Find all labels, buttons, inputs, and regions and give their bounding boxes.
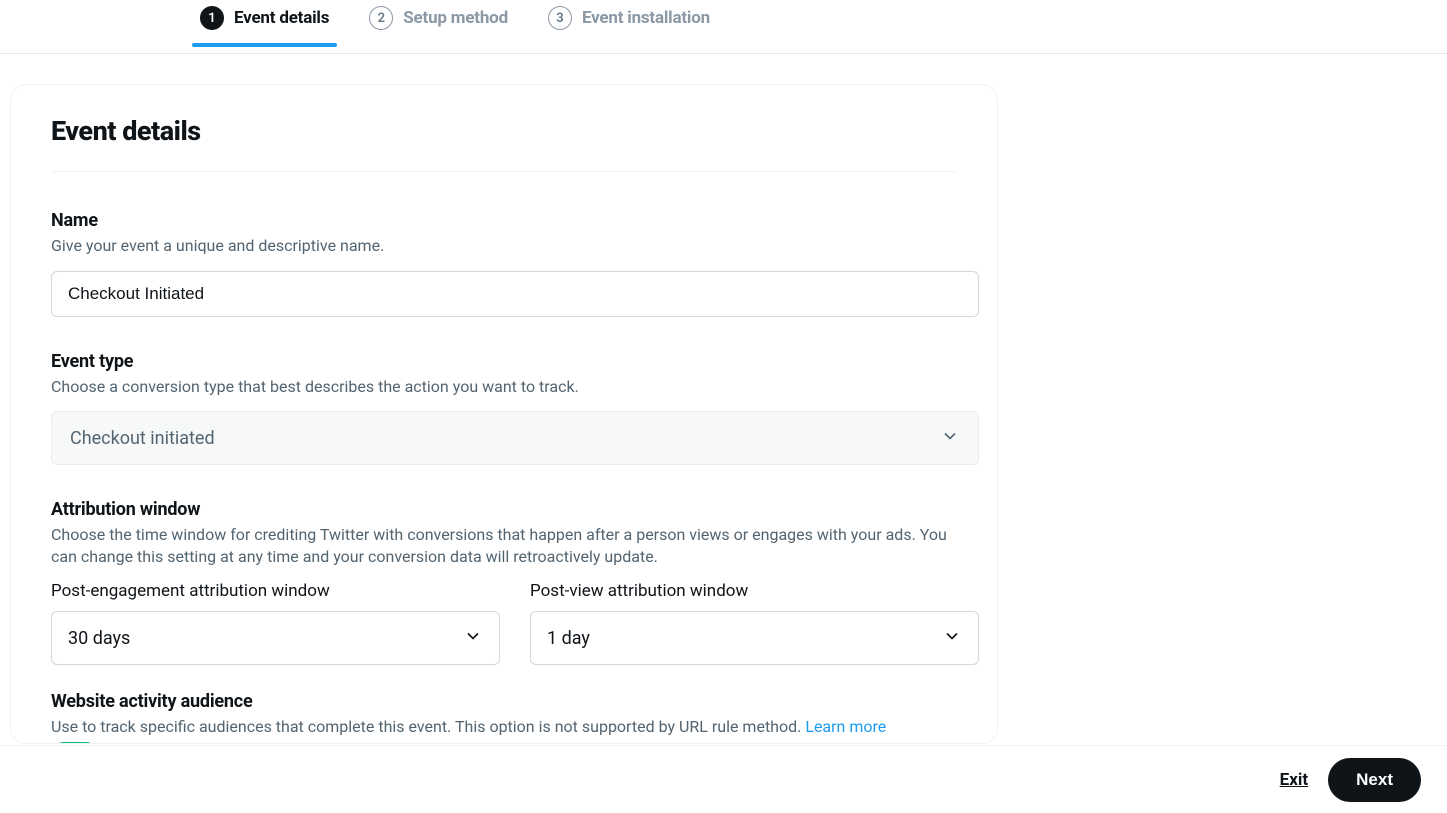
post-engagement-select[interactable]: 30 days	[51, 611, 500, 665]
post-engagement-col: Post-engagement attribution window 30 da…	[51, 581, 500, 665]
audience-desc: Use to track specific audiences that com…	[51, 716, 957, 738]
step-label-3: Event installation	[582, 8, 710, 28]
divider	[51, 171, 957, 172]
attribution-field-block: Attribution window Choose the time windo…	[51, 499, 957, 665]
step-setup-method[interactable]: 2 Setup method	[369, 6, 508, 46]
post-engagement-label: Post-engagement attribution window	[51, 581, 500, 601]
audience-label: Website activity audience	[51, 691, 957, 712]
event-type-field-block: Event type Choose a conversion type that…	[51, 351, 957, 466]
page-title: Event details	[51, 115, 957, 147]
name-label: Name	[51, 210, 957, 231]
footer-bar: Exit Next	[0, 745, 1447, 813]
audience-field-block: Website activity audience Use to track s…	[51, 691, 957, 744]
step-number-1: 1	[200, 6, 224, 30]
post-view-label: Post-view attribution window	[530, 581, 979, 601]
step-number-3: 3	[548, 6, 572, 30]
next-button[interactable]: Next	[1328, 758, 1421, 802]
event-type-desc: Choose a conversion type that best descr…	[51, 376, 957, 398]
audience-toggle[interactable]: ✓	[51, 742, 99, 744]
event-type-select[interactable]: Checkout initiated	[51, 411, 979, 465]
post-view-col: Post-view attribution window 1 day	[530, 581, 979, 665]
stepper: 1 Event details 2 Setup method 3 Event i…	[0, 0, 1447, 54]
event-type-label: Event type	[51, 351, 957, 372]
post-view-value: 1 day	[547, 628, 590, 649]
name-input[interactable]	[51, 271, 979, 317]
event-type-selected-value: Checkout initiated	[70, 428, 215, 449]
chevron-down-icon	[942, 626, 962, 651]
attribution-label: Attribution window	[51, 499, 957, 520]
step-indicator	[192, 43, 337, 47]
step-number-2: 2	[369, 6, 393, 30]
attribution-desc: Choose the time window for crediting Twi…	[51, 524, 957, 567]
exit-button[interactable]: Exit	[1280, 770, 1308, 790]
name-desc: Give your event a unique and descriptive…	[51, 235, 957, 257]
learn-more-link[interactable]: Learn more	[805, 717, 886, 736]
event-details-card: Event details Name Give your event a uni…	[10, 84, 998, 744]
audience-desc-text: Use to track specific audiences that com…	[51, 717, 805, 736]
chevron-down-icon	[463, 626, 483, 651]
step-event-details[interactable]: 1 Event details	[200, 6, 329, 46]
post-engagement-value: 30 days	[68, 628, 130, 649]
step-event-installation[interactable]: 3 Event installation	[548, 6, 710, 46]
name-field-block: Name Give your event a unique and descri…	[51, 210, 957, 317]
chevron-down-icon	[940, 426, 960, 451]
post-view-select[interactable]: 1 day	[530, 611, 979, 665]
step-label-2: Setup method	[403, 8, 508, 28]
step-label-1: Event details	[234, 8, 329, 28]
